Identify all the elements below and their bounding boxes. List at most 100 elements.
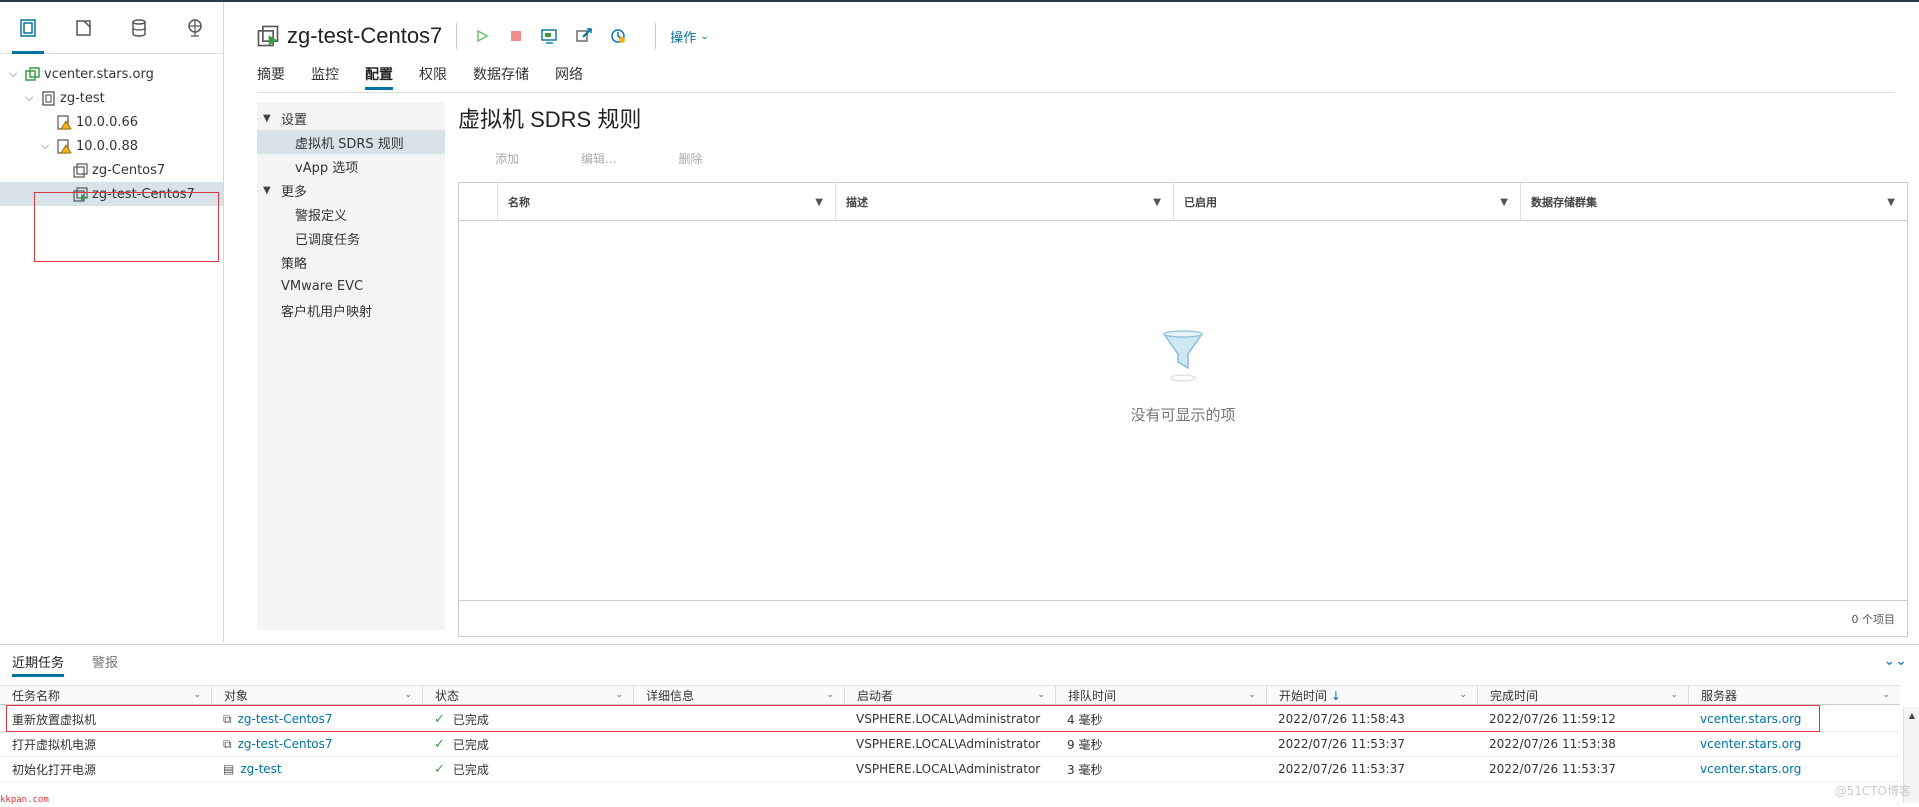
column-header-task-name[interactable]: 任务名称 ⌄ <box>0 686 211 704</box>
object-header: zg-test-Centos7 操作 ⌄ <box>257 20 709 52</box>
vm-icon: ⧉ <box>223 736 232 751</box>
tab-networks[interactable]: 网络 <box>555 64 597 90</box>
object-link[interactable]: zg-test <box>240 762 281 776</box>
task-initiator: VSPHERE.LOCAL\Administrator <box>856 762 1041 776</box>
chevron-down-icon[interactable]: ⌵ <box>22 91 36 105</box>
filter-icon[interactable]: ▼ <box>1500 197 1508 208</box>
tab-permissions[interactable]: 权限 <box>419 64 461 90</box>
table-row[interactable]: 重新放置虚拟机 ⧉ zg-test-Centos7 ✓ 已完成 VSPHERE.LO… <box>0 707 1900 732</box>
networking-icon <box>188 19 202 37</box>
object-link[interactable]: zg-test-Centos7 <box>238 712 333 726</box>
column-header-object[interactable]: 对象 ⌄ <box>211 686 422 704</box>
edit-button[interactable]: 编辑... <box>581 150 616 167</box>
config-item-vmware-evc[interactable]: VMware EVC <box>257 274 445 298</box>
config-group-settings[interactable]: ▼ 设置 <box>257 106 445 130</box>
scroll-up-icon[interactable]: ▲ <box>1909 711 1915 720</box>
storage-tab[interactable] <box>112 2 168 54</box>
task-server: vcenter.stars.org <box>1688 712 1900 726</box>
task-queued: 9 毫秒 <box>1067 737 1103 752</box>
column-label: 对象 <box>224 688 249 703</box>
config-item-sdrs-rules[interactable]: 虚拟机 SDRS 规则 <box>257 130 445 154</box>
config-item-guest-user-mappings[interactable]: 客户机用户映射 <box>257 298 445 322</box>
chevron-down-icon[interactable]: ⌄ <box>1037 690 1045 700</box>
power-off-button[interactable] <box>505 25 527 47</box>
networking-tab[interactable] <box>167 2 223 54</box>
add-button[interactable]: 添加 <box>495 150 519 167</box>
filter-icon[interactable]: ▼ <box>815 197 823 208</box>
column-header-start-time[interactable]: 开始时间 ↓ ⌄ <box>1266 686 1477 704</box>
column-header-datastore-cluster[interactable]: 数据存储群集 ▼ <box>1520 183 1907 221</box>
config-item-vapp-options[interactable]: vApp 选项 <box>257 154 445 178</box>
column-header-enabled[interactable]: 已启用 ▼ <box>1173 183 1520 221</box>
column-label: 状态 <box>435 688 460 703</box>
launch-console-button[interactable] <box>539 25 561 47</box>
vm-icon: ⧉ <box>223 711 232 726</box>
tree-item-label: zg-test <box>60 90 105 106</box>
tree-item-host-88[interactable]: ⌵ 10.0.0.88 <box>0 134 223 158</box>
chevron-down-icon[interactable]: ⌄ <box>404 690 412 700</box>
table-row[interactable]: 初始化打开电源 ▤ zg-test ✓ 已完成 VSPHERE.LOCAL\Admi… <box>0 757 1900 782</box>
tree-item-label: vcenter.stars.org <box>44 66 154 82</box>
config-item-scheduled-tasks[interactable]: 已调度任务 <box>257 226 445 250</box>
chevron-down-icon[interactable]: ⌄ <box>1248 690 1256 700</box>
actions-menu[interactable]: 操作 ⌄ <box>670 27 708 46</box>
column-header-description[interactable]: 描述 ▼ <box>835 183 1173 221</box>
chevron-down-icon[interactable]: ⌵ <box>6 67 20 81</box>
column-header-initiator[interactable]: 启动者 ⌄ <box>844 686 1055 704</box>
delete-button[interactable]: 删除 <box>678 150 702 167</box>
tab-configure[interactable]: 配置 <box>365 64 407 90</box>
filter-icon[interactable]: ▼ <box>1153 197 1161 208</box>
server-link[interactable]: vcenter.stars.org <box>1700 762 1801 776</box>
chevron-down-icon[interactable]: ⌄ <box>193 690 201 700</box>
column-header-server[interactable]: 服务器 ⌄ <box>1688 686 1900 704</box>
column-label: 服务器 <box>1701 688 1738 703</box>
status-text: 已完成 <box>452 762 489 777</box>
vms-templates-icon <box>75 20 91 36</box>
column-header-end-time[interactable]: 完成时间 ⌄ <box>1477 686 1688 704</box>
table-row[interactable]: 打开虚拟机电源 ⧉ zg-test-Centos7 ✓ 已完成 VSPHERE.LO… <box>0 732 1900 757</box>
tab-monitor[interactable]: 监控 <box>311 64 353 90</box>
server-link[interactable]: vcenter.stars.org <box>1700 737 1801 751</box>
hosts-clusters-tab[interactable] <box>0 2 56 54</box>
task-start: 2022/07/26 11:53:37 <box>1278 762 1405 776</box>
chevron-down-icon[interactable]: ⌄ <box>615 690 623 700</box>
tab-datastores[interactable]: 数据存储 <box>473 64 543 90</box>
config-group-label: 设置 <box>281 112 308 128</box>
tab-summary[interactable]: 摘要 <box>257 64 299 90</box>
tree-item-datacenter[interactable]: ⌵ zg-test <box>0 86 223 110</box>
tree-item-host-66[interactable]: 10.0.0.66 <box>0 110 223 134</box>
column-label: 开始时间 <box>1279 688 1328 703</box>
config-group-more[interactable]: ▼ 更多 <box>257 178 445 202</box>
migrate-button[interactable] <box>573 25 595 47</box>
empty-state: 没有可显示的项 <box>459 328 1907 425</box>
filter-icon[interactable]: ▼ <box>1887 197 1895 208</box>
task-name: 打开虚拟机电源 <box>12 737 97 752</box>
column-header-queued[interactable]: 排队时间 ⌄ <box>1055 686 1266 704</box>
config-item-alarm-definitions[interactable]: 警报定义 <box>257 202 445 226</box>
tree-item-vm-zg-test-centos7[interactable]: zg-test-Centos7 <box>0 182 223 206</box>
column-label: 排队时间 <box>1068 688 1117 703</box>
tab-alarms[interactable]: 警报 <box>92 652 118 677</box>
snapshot-button[interactable] <box>607 25 629 47</box>
server-link[interactable]: vcenter.stars.org <box>1700 712 1801 726</box>
chevron-down-icon[interactable]: ⌄ <box>1459 690 1467 700</box>
chevron-down-icon[interactable]: ⌄ <box>1882 690 1890 700</box>
tab-recent-tasks[interactable]: 近期任务 <box>12 652 65 677</box>
power-on-button[interactable] <box>471 25 493 47</box>
column-header-name[interactable]: 名称 ▼ <box>497 183 835 221</box>
object-link[interactable]: zg-test-Centos7 <box>238 737 333 751</box>
chevron-down-icon[interactable]: ⌵ <box>38 139 52 153</box>
vms-templates-tab[interactable] <box>56 2 112 54</box>
tree-item-vm-zg-centos7[interactable]: zg-Centos7 <box>0 158 223 182</box>
column-label: 任务名称 <box>12 688 61 703</box>
object-tabs: 摘要 监控 配置 权限 数据存储 网络 <box>257 64 609 90</box>
chevron-down-icon[interactable]: ⌄ <box>1670 690 1678 700</box>
tree-item-vcenter[interactable]: ⌵ vcenter.stars.org <box>0 62 223 86</box>
collapse-panel-icon[interactable]: ⌄⌄ <box>1884 653 1907 669</box>
column-header-status[interactable]: 状态 ⌄ <box>422 686 633 704</box>
config-item-policies[interactable]: 策略 <box>257 250 445 274</box>
column-header-details[interactable]: 详细信息 ⌄ <box>633 686 844 704</box>
column-label: 名称 <box>508 196 530 209</box>
chevron-down-icon[interactable]: ⌄ <box>826 690 834 700</box>
column-label: 已启用 <box>1184 196 1217 209</box>
